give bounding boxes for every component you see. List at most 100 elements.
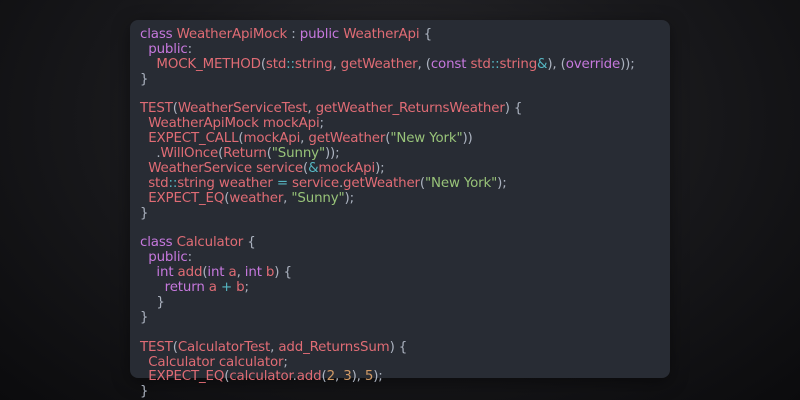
code-token: class [140,27,177,42]
code-editor[interactable]: class WeatherApiMock : public WeatherApi… [130,20,670,399]
code-token: WillOnce [160,146,219,162]
code-line: std::string weather = service.getWeather… [140,175,670,192]
code-token: return [140,280,209,296]
code-token: , ( [417,56,431,72]
code-token: public [299,27,344,42]
code-token: EXPECT_EQ [140,190,225,206]
code-token: ; [283,354,288,370]
code-token: calculator [218,354,284,370]
code-line: EXPECT_EQ(calculator.add(2, 3), 5); [140,370,670,385]
code-line: } [140,71,670,88]
code-token: } [140,205,149,221]
code-token: } [140,309,149,325]
code-token: service [292,175,339,191]
code-token: weather [218,175,273,191]
code-line: TEST(WeatherServiceTest, getWeather_Retu… [140,102,670,117]
code-token: } [140,384,149,400]
code-line: MOCK_METHOD(std::string, getWeather, (co… [140,56,670,73]
code-token: string [294,56,333,72]
code-token: Calculator [140,354,219,370]
code-token: service [256,161,304,177]
code-token: : [187,41,193,57]
code-token: ), ( [547,56,566,72]
code-token: { [419,27,433,42]
code-line: } [140,384,670,400]
code-token: = [272,175,293,191]
code-token: ; [244,280,250,296]
code-token: TEST [140,339,173,355]
code-token: "Sunny" [291,190,345,206]
code-token: EXPECT_CALL [140,131,239,147]
code-token: int [207,265,229,281]
code-line: } [140,295,670,311]
code-token: a [208,280,217,296]
code-line: Calculator calculator; [140,354,670,371]
code-token: add [177,265,203,281]
code-token: :: [168,175,178,191]
code-token: add [296,369,322,385]
code-line: return a + b; [140,280,670,296]
code-token: Return [223,146,267,162]
code-token: } [140,71,149,87]
code-token: , [334,369,344,385]
code-token: & [308,161,319,177]
code-token: , [307,101,316,117]
code-block[interactable]: class WeatherApiMock : public WeatherApi… [140,27,670,400]
code-token: EXPECT_EQ [140,369,225,385]
code-token: , [332,56,341,72]
code-token: getWeather [340,56,418,72]
code-token: + [216,280,237,296]
code-line: EXPECT_CALL(mockApi, getWeather("New Yor… [140,131,670,147]
code-token: 3 [343,369,352,385]
code-token: )); [620,56,635,72]
code-token: mockApi [243,131,301,147]
code-token: getWeather_ReturnsWeather [315,101,505,117]
code-token: 2 [326,369,336,385]
code-line: WeatherApiMock mockApi; [140,116,670,132]
code-token: mockApi [262,116,320,132]
code-token: : [287,27,300,42]
code-token: :: [286,56,295,72]
code-token: )) [462,131,473,147]
code-line: EXPECT_EQ(weather, "Sunny"); [140,190,670,207]
code-token: class [140,235,177,251]
code-line: } [140,309,670,326]
code-token: std [470,56,491,72]
code-line: } [140,205,670,222]
code-token: ); [344,190,355,206]
code-token: WeatherApi [343,27,420,42]
code-token: . [140,146,161,162]
code-token: )); [324,146,340,162]
code-token: { [243,235,256,251]
code-token: ; [319,116,325,132]
code-token: : [187,250,193,266]
code-line: public: [140,41,670,58]
code-line: WeatherService service(&mockApi); [140,161,670,177]
code-token: "New York" [425,175,498,191]
code-token: ) { [504,101,523,117]
code-line: .WillOnce(Return("Sunny")); [140,146,670,162]
code-token: ); [497,175,507,191]
code-line: class Calculator { [140,236,670,251]
code-token: ), [351,369,365,385]
code-token: ); [375,161,385,177]
code-token: ) { [389,339,408,355]
code-token: "Sunny" [271,146,325,162]
code-line: class WeatherApiMock : public WeatherApi… [140,27,670,43]
code-token: 5 [364,369,374,385]
code-token: WeatherApiMock [140,116,263,132]
code-line: int add(int a, int b) { [140,265,670,281]
code-token: ) { [274,265,292,281]
code-token: std [265,56,287,72]
code-token: public [140,41,188,57]
code-token: b [236,280,245,296]
code-token: add_ReturnsSum [278,339,390,355]
code-token: mockApi [318,161,376,177]
code-token: getWeather [308,131,386,147]
code-token: MOCK_METHOD [140,56,261,72]
code-token: getWeather [343,175,420,191]
code-token: TEST [140,101,173,117]
